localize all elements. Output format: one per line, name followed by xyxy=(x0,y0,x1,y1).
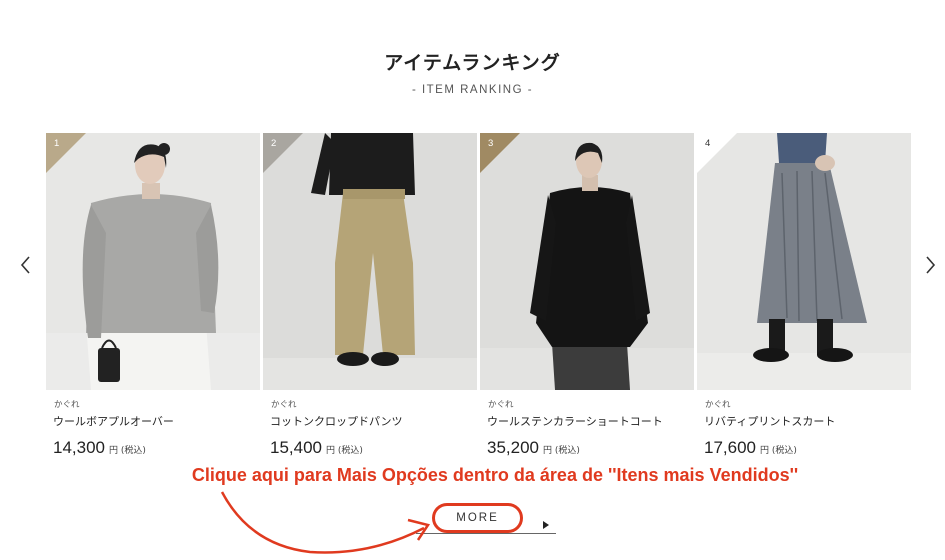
product-card[interactable]: 1 かぐれ ウールボアプルオーバー 14,300 円 (税込) xyxy=(46,133,260,458)
rank-number: 1 xyxy=(54,138,60,149)
price-tax-label: 円 (税込) xyxy=(326,446,363,456)
product-card[interactable]: 2 かぐれ コットンクロップドパンツ 15,400 円 (税込) xyxy=(263,133,477,458)
rank-badge: 3 xyxy=(480,133,520,173)
product-price-row: 35,200 円 (税込) xyxy=(480,438,694,458)
more-underline xyxy=(416,533,556,534)
price-tax-label: 円 (税込) xyxy=(543,446,580,456)
product-price-row: 17,600 円 (税込) xyxy=(697,438,911,458)
rank-number: 4 xyxy=(705,138,711,149)
rank-badge: 2 xyxy=(263,133,303,173)
rank-number: 3 xyxy=(488,138,494,149)
carousel-prev-button[interactable] xyxy=(16,252,36,278)
product-image[interactable]: 1 xyxy=(46,133,260,390)
product-card[interactable]: 4 かぐれ リバティプリントスカート 17,600 円 (税込) xyxy=(697,133,911,458)
rank-badge-shape xyxy=(697,133,737,173)
product-price: 15,400 xyxy=(270,438,322,457)
product-price: 14,300 xyxy=(53,438,105,457)
rank-badge-shape xyxy=(480,133,520,173)
rank-badge: 1 xyxy=(46,133,86,173)
product-brand: かぐれ xyxy=(705,400,731,410)
carousel-next-button[interactable] xyxy=(920,252,940,278)
chevron-right-icon xyxy=(920,252,940,278)
more-area: MORE xyxy=(398,500,558,536)
product-name[interactable]: リバティプリントスカート xyxy=(697,413,911,429)
caret-right-icon xyxy=(542,514,550,533)
product-card[interactable]: 3 かぐれ ウールステンカラーショートコート 35,200 円 (税込) xyxy=(480,133,694,458)
page-title: アイテムランキング xyxy=(384,52,561,74)
more-button[interactable]: MORE xyxy=(432,503,523,533)
price-tax-label: 円 (税込) xyxy=(760,446,797,456)
chevron-left-icon xyxy=(16,252,36,278)
product-image[interactable]: 2 xyxy=(263,133,477,390)
annotation-callout: Clique aqui para Mais Opções dentro da á… xyxy=(191,465,799,485)
product-brand: かぐれ xyxy=(488,400,514,410)
product-name[interactable]: ウールステンカラーショートコート xyxy=(480,413,694,429)
rank-number: 2 xyxy=(271,138,277,149)
price-tax-label: 円 (税込) xyxy=(109,446,146,456)
product-name[interactable]: コットンクロップドパンツ xyxy=(263,413,477,429)
product-price-row: 15,400 円 (税込) xyxy=(263,438,477,458)
rank-badge: 4 xyxy=(697,133,737,173)
page-subtitle: - ITEM RANKING - xyxy=(411,84,534,96)
product-brand: かぐれ xyxy=(54,400,80,410)
product-name[interactable]: ウールボアプルオーバー xyxy=(46,413,260,429)
rank-badge-shape xyxy=(46,133,86,173)
product-image[interactable]: 4 xyxy=(697,133,911,390)
product-price: 35,200 xyxy=(487,438,539,457)
product-price: 17,600 xyxy=(704,438,756,457)
rank-badge-shape xyxy=(263,133,303,173)
product-image[interactable]: 3 xyxy=(480,133,694,390)
product-brand: かぐれ xyxy=(271,400,297,410)
product-price-row: 14,300 円 (税込) xyxy=(46,438,260,458)
